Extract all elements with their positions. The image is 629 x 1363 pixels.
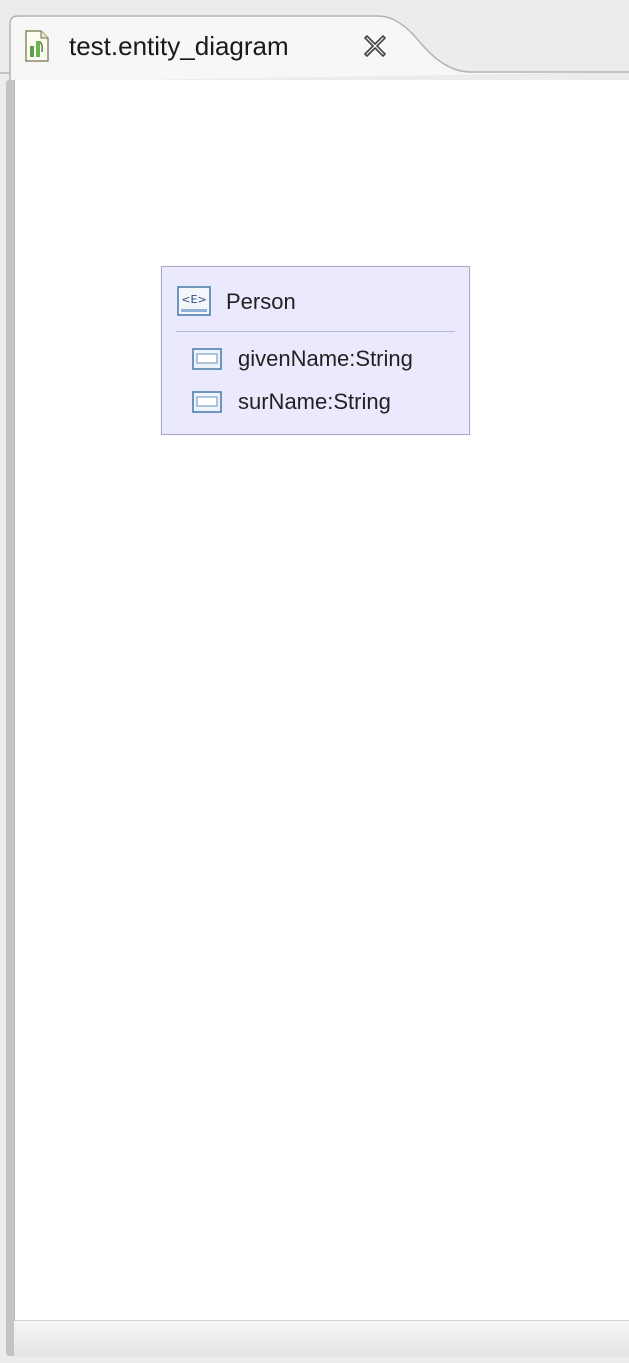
entity-attribute[interactable]: surName:String bbox=[162, 383, 469, 423]
editor-tab-strip: test.entity_diagram bbox=[0, 0, 629, 82]
entity-icon: <E> bbox=[177, 286, 211, 316]
entity-icon-text: <E> bbox=[181, 293, 206, 306]
attribute-label: givenName:String bbox=[238, 346, 413, 371]
close-icon[interactable] bbox=[361, 32, 389, 60]
attribute-icon bbox=[192, 391, 222, 413]
attribute-icon bbox=[192, 348, 222, 370]
tab-title: test.entity_diagram bbox=[69, 31, 289, 61]
attribute-label: surName:String bbox=[238, 389, 391, 414]
entity-name: Person bbox=[226, 289, 296, 314]
diagram-file-icon bbox=[25, 30, 49, 62]
tab-test-entity-diagram[interactable]: test.entity_diagram bbox=[14, 16, 454, 78]
entity-header[interactable]: <E> Person bbox=[162, 267, 469, 331]
entity-divider bbox=[176, 331, 455, 332]
entity-attribute[interactable]: givenName:String bbox=[162, 340, 469, 380]
canvas-bottom-bar bbox=[14, 1320, 629, 1357]
entity-node-person[interactable]: <E> Person givenName:String surName:Stri… bbox=[161, 266, 470, 435]
